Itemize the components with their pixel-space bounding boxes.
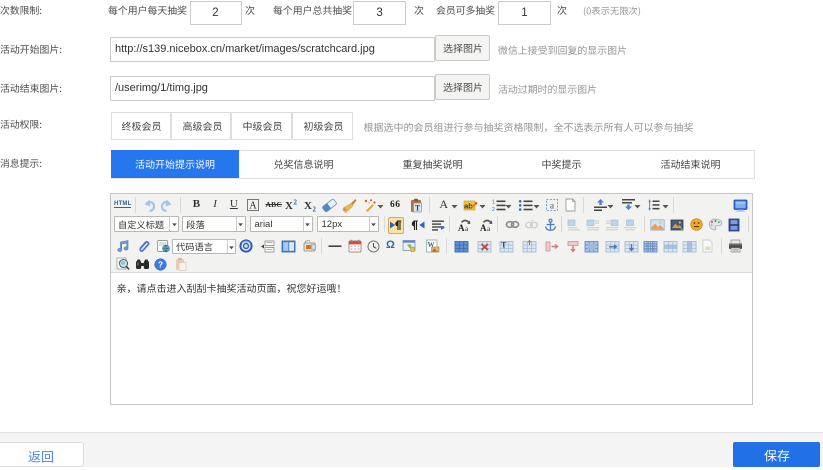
- svg-text:1: 1: [492, 200, 495, 206]
- svg-text:T: T: [501, 240, 507, 249]
- svg-text:X: X: [304, 200, 312, 212]
- svg-text:ab: ab: [464, 202, 473, 211]
- svg-text:?: ?: [158, 259, 163, 269]
- svg-text:A: A: [458, 223, 465, 232]
- svg-text:a: a: [487, 225, 491, 232]
- svg-text:T: T: [415, 203, 421, 212]
- svg-text:2: 2: [293, 199, 297, 207]
- svg-text:2: 2: [492, 207, 495, 212]
- svg-text:A: A: [480, 223, 487, 232]
- svg-text:X: X: [285, 200, 293, 212]
- svg-text:A: A: [249, 201, 257, 212]
- svg-text:a: a: [465, 225, 469, 232]
- svg-text:2: 2: [313, 206, 317, 213]
